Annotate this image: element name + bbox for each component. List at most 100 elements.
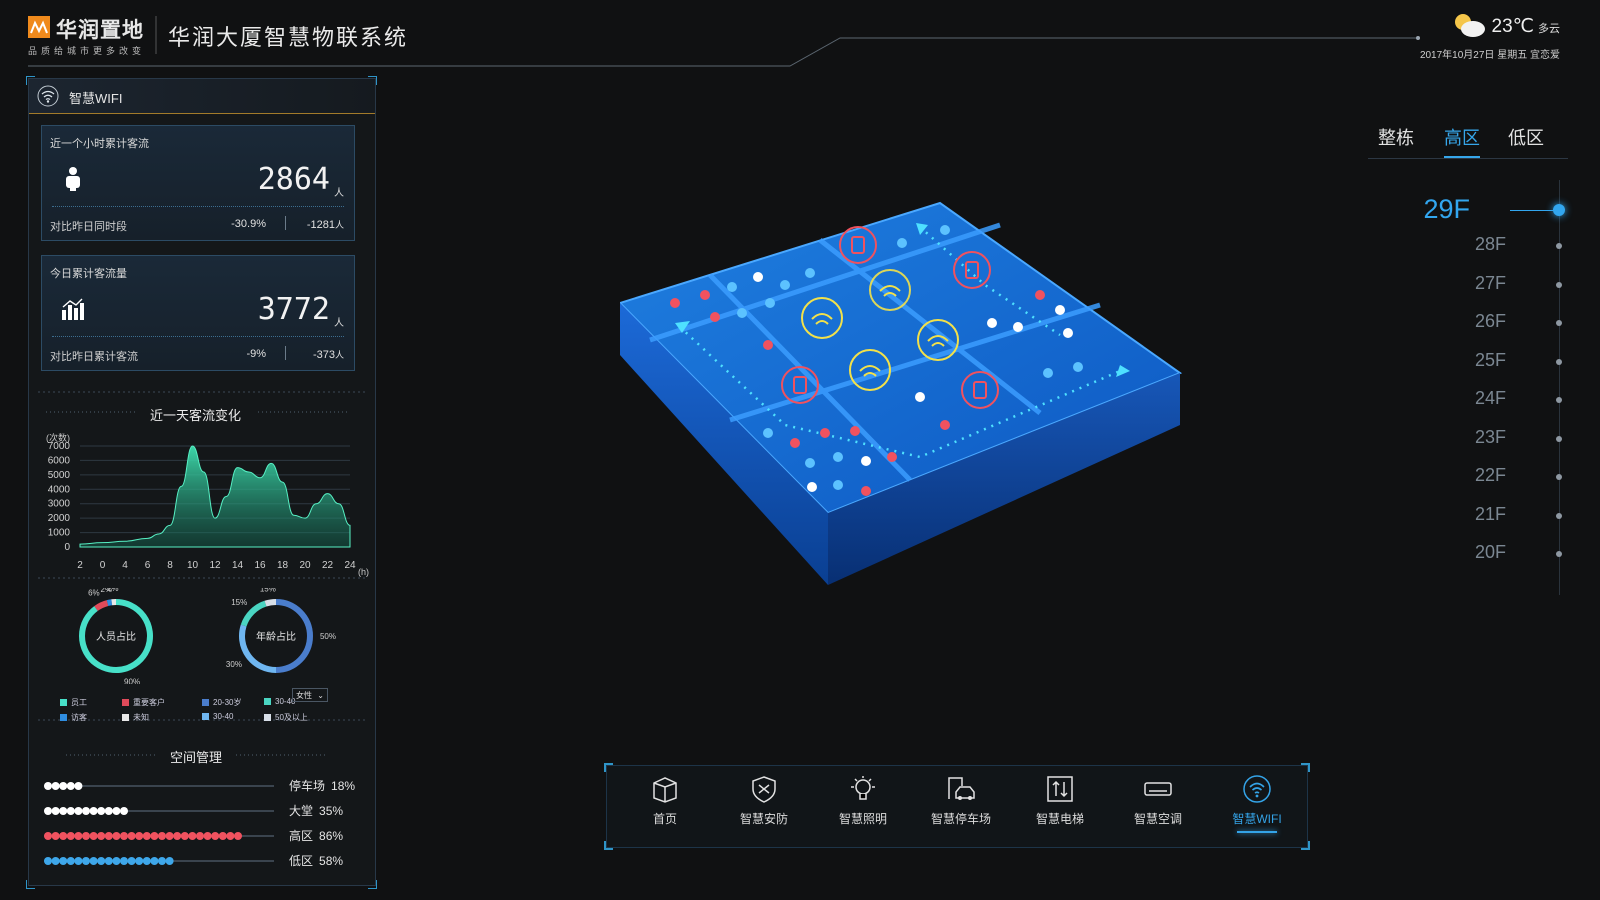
nav-parking[interactable]: 智慧停车场	[921, 774, 1001, 827]
nav-home[interactable]: 首页	[625, 774, 705, 827]
legend-item: 访客	[60, 712, 87, 723]
legend-item: 50及以上	[264, 712, 308, 723]
legend-item: 未知	[122, 712, 149, 723]
compare-delta: -373人	[313, 348, 344, 361]
floor-22F[interactable]: 22F	[1452, 465, 1506, 486]
floor-20F[interactable]: 20F	[1452, 542, 1506, 563]
temperature: 23℃	[1491, 16, 1534, 37]
divider	[52, 336, 344, 337]
progress-dot	[66, 807, 75, 815]
legend-swatch	[264, 698, 271, 705]
progress-dot	[142, 832, 151, 840]
date-line: 2017年10月27日 星期五 宜恋爱	[1419, 50, 1560, 61]
progress-dot	[158, 857, 166, 865]
x-tick-label: 10	[187, 560, 199, 571]
floor-21F[interactable]: 21F	[1452, 504, 1506, 525]
delta-value: -1281	[306, 219, 335, 231]
legend-swatch	[122, 714, 129, 721]
donut-slice	[264, 599, 277, 607]
corner-accent	[26, 880, 35, 889]
y-tick-label: 4000	[48, 484, 71, 495]
nav-aircon[interactable]: 智慧空调	[1118, 774, 1198, 827]
compare-label: 对比昨日同时段	[50, 221, 127, 233]
donut-slice-label: 90%	[124, 678, 140, 684]
progress-dot	[165, 857, 174, 865]
x-tick-label: 16	[254, 560, 266, 571]
zone-tabs: 整栋 高区 低区	[1368, 122, 1568, 159]
space-progress-bar	[44, 807, 274, 815]
progress-dot	[59, 832, 68, 840]
floor-28F[interactable]: 28F	[1452, 234, 1506, 255]
nav-lighting[interactable]: 智慧照明	[823, 774, 903, 827]
progress-dot	[51, 857, 60, 865]
delta-unit: 人	[334, 350, 344, 360]
x-tick-label: 8	[167, 560, 173, 571]
legend-item: 20-30岁	[202, 697, 241, 708]
wifi-icon	[37, 85, 59, 107]
nav-security[interactable]: 智慧安防	[724, 774, 804, 827]
progress-dot	[82, 857, 90, 865]
compare-percent: -9%	[246, 348, 266, 360]
progress-dot	[142, 857, 151, 865]
space-percent: 18%	[331, 779, 356, 793]
floor-marker	[1556, 435, 1562, 442]
x-tick-label: 22	[322, 560, 334, 571]
legend-label: 员工	[71, 698, 87, 707]
tab-high-zone[interactable]: 高区	[1444, 124, 1480, 158]
nav-label: 智慧停车场	[930, 812, 991, 826]
floor-marker	[1556, 474, 1562, 480]
progress-dot	[74, 832, 83, 840]
tab-low-zone[interactable]: 低区	[1508, 124, 1544, 150]
progress-dot	[180, 832, 189, 840]
progress-dot	[66, 857, 75, 865]
progress-dot	[89, 807, 98, 815]
donut-slice-label: 2%	[107, 588, 119, 593]
floor-26F[interactable]: 26F	[1452, 311, 1506, 332]
active-floor-line	[1510, 210, 1554, 211]
donut-slice-label: 50%	[320, 632, 336, 641]
progress-dot	[89, 857, 98, 865]
space-name: 低区	[289, 854, 314, 868]
floor-29F[interactable]: 29F	[1404, 194, 1470, 225]
shield-icon	[752, 776, 776, 803]
corner-accent	[26, 76, 35, 85]
compare-delta: -1281人	[307, 218, 344, 231]
x-tick-label: 4	[122, 560, 128, 571]
legend-label: 重要客户	[133, 698, 165, 707]
space-name: 高区	[289, 829, 314, 843]
progress-dot	[104, 832, 113, 840]
gender-select[interactable]: 女性 ⌄	[292, 688, 328, 702]
progress-dot	[44, 782, 52, 790]
divider	[52, 206, 344, 207]
donut-slice	[94, 600, 109, 611]
x-tick-label: 20	[299, 560, 311, 571]
people-icon	[66, 167, 80, 191]
active-indicator	[1237, 831, 1277, 833]
legend-swatch	[202, 713, 209, 720]
aircon-icon	[1144, 782, 1172, 796]
floor-27F[interactable]: 27F	[1452, 273, 1506, 294]
space-row: 大堂 35%	[44, 804, 364, 819]
progress-dot	[97, 807, 106, 815]
space-progress-bar	[44, 832, 274, 840]
floor-24F[interactable]: 24F	[1452, 388, 1506, 409]
legend-label: 30-40	[213, 712, 234, 721]
progress-dot	[104, 807, 113, 815]
progress-dot	[44, 857, 52, 865]
progress-dot	[226, 832, 235, 840]
floor-25F[interactable]: 25F	[1452, 350, 1506, 371]
wifi-icon	[1243, 775, 1271, 803]
floor-23F[interactable]: 23F	[1452, 427, 1506, 448]
hourly-flow-card: 近一个小时累计客流 2864 人 对比昨日同时段 -30.9% -1281人	[41, 125, 355, 241]
daily-flow-value: 3772	[257, 292, 330, 327]
unit-label: 人	[334, 188, 344, 199]
progress-dot	[150, 857, 159, 865]
nav-wifi[interactable]: 智慧WIFI	[1217, 774, 1297, 833]
floor-marker	[1556, 512, 1562, 519]
x-tick-label: 2	[77, 560, 83, 571]
progress-dot	[97, 857, 106, 865]
nav-elevator[interactable]: 智慧电梯	[1020, 774, 1100, 827]
progress-dot	[51, 832, 60, 840]
legend-swatch	[60, 714, 67, 721]
tab-whole-building[interactable]: 整栋	[1378, 124, 1414, 150]
